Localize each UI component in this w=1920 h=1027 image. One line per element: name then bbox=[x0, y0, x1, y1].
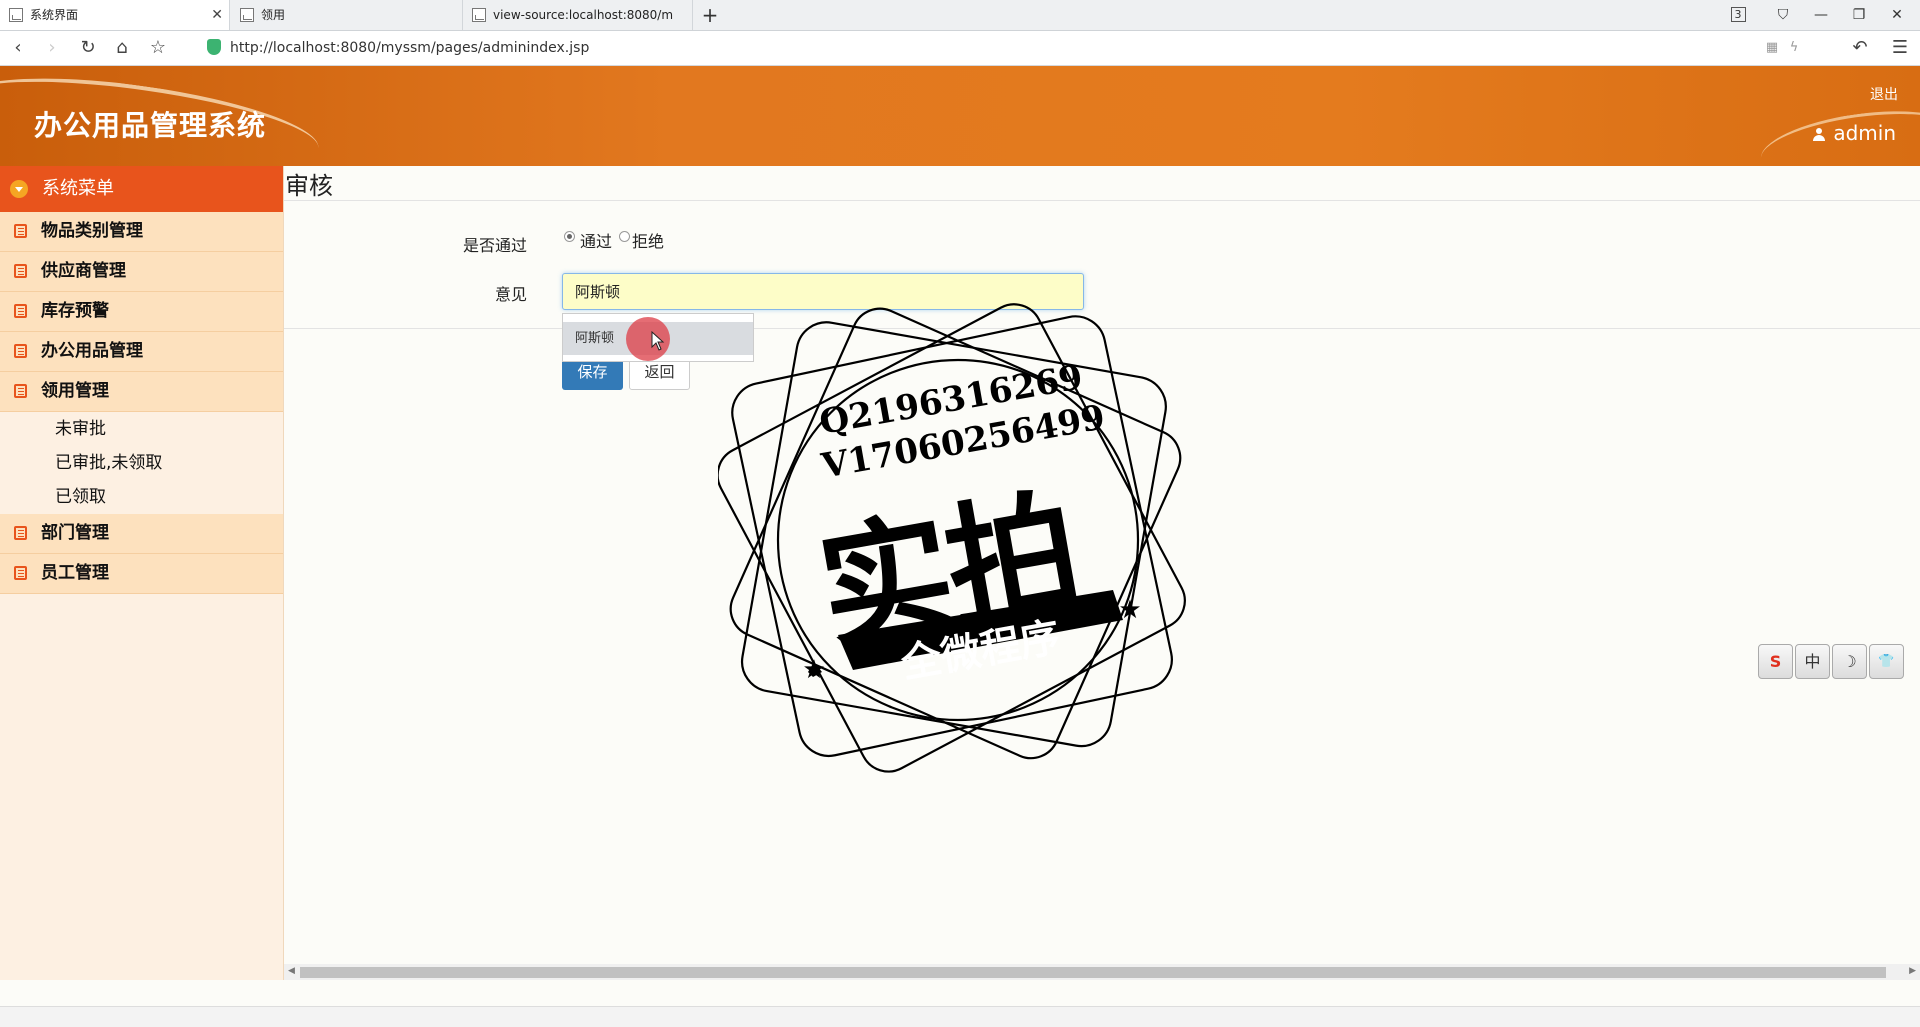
list-icon bbox=[14, 224, 27, 238]
tab-label: 系统界面 bbox=[30, 8, 79, 22]
tab-view-source[interactable]: view-source:localhost:8080/m bbox=[463, 0, 693, 30]
url-field[interactable]: http://localhost:8080/myssm/pages/admini… bbox=[230, 40, 589, 56]
sidebar-subitem-collected[interactable]: 已领取 bbox=[0, 480, 283, 514]
close-window-icon[interactable]: ✕ bbox=[1879, 0, 1915, 30]
list-icon bbox=[14, 384, 27, 398]
home-icon[interactable]: ⌂ bbox=[110, 36, 134, 60]
horizontal-scrollbar[interactable]: ◀ ▶ bbox=[284, 964, 1920, 980]
page-icon bbox=[472, 8, 486, 22]
restore-icon[interactable]: ❐ bbox=[1841, 0, 1877, 30]
moon-icon[interactable]: ☽ bbox=[1832, 644, 1867, 679]
tab-label: 领用 bbox=[261, 8, 286, 22]
new-tab-button[interactable]: + bbox=[692, 0, 728, 30]
sidebar-item-requisition[interactable]: 领用管理 bbox=[0, 372, 283, 412]
undo-icon[interactable]: ↶ bbox=[1848, 36, 1872, 60]
tab-lingyong[interactable]: 领用 bbox=[231, 0, 463, 30]
sidebar-item-label: 供应商管理 bbox=[41, 261, 126, 281]
sidebar-item-employee[interactable]: 员工管理 bbox=[0, 554, 283, 594]
shirt-icon[interactable]: 👕 bbox=[1869, 644, 1904, 679]
radio-pass[interactable] bbox=[564, 231, 575, 242]
username: admin bbox=[1833, 121, 1896, 145]
list-icon bbox=[14, 566, 27, 580]
list-icon bbox=[14, 344, 27, 358]
close-icon[interactable]: ✕ bbox=[211, 0, 223, 30]
user-icon bbox=[1813, 128, 1826, 141]
sidebar-item-label: 物品类别管理 bbox=[41, 221, 143, 241]
sidebar: 系统菜单 物品类别管理 供应商管理 库存预警 办公用品管理 领用管理 未审批 已… bbox=[0, 166, 284, 980]
star-icon: ★ bbox=[1118, 595, 1141, 625]
minimize-icon[interactable]: — bbox=[1803, 0, 1839, 30]
sidebar-item-label: 办公用品管理 bbox=[41, 341, 143, 361]
sidebar-item-supplier[interactable]: 供应商管理 bbox=[0, 252, 283, 292]
back-icon[interactable]: ‹ bbox=[6, 36, 30, 60]
reload-icon[interactable]: ↻ bbox=[76, 36, 100, 60]
ime-mode-key[interactable]: 中 bbox=[1795, 644, 1830, 679]
app-header: 办公用品管理系统 退出 admin bbox=[0, 66, 1920, 166]
sidebar-item-label: 领用管理 bbox=[41, 381, 109, 401]
page-icon bbox=[240, 8, 254, 22]
sidebar-item-supplies[interactable]: 办公用品管理 bbox=[0, 332, 283, 372]
qr-icon[interactable]: ▦ bbox=[1760, 36, 1784, 60]
tab-label: view-source:localhost:8080/m bbox=[493, 8, 674, 22]
radio-reject-label[interactable]: 拒绝 bbox=[632, 228, 664, 252]
sidebar-header[interactable]: 系统菜单 bbox=[0, 166, 283, 212]
sidebar-subitem-pending[interactable]: 未审批 bbox=[0, 412, 283, 446]
lightning-icon[interactable]: ϟ bbox=[1782, 36, 1806, 60]
sidebar-item-label: 库存预警 bbox=[41, 301, 109, 321]
opinion-label: 意见 bbox=[495, 285, 528, 304]
sidebar-item-label: 部门管理 bbox=[41, 523, 109, 543]
page-icon bbox=[9, 8, 23, 22]
divider bbox=[284, 200, 1920, 201]
shield-icon bbox=[207, 39, 221, 55]
app-title: 办公用品管理系统 bbox=[34, 109, 267, 142]
radio-pass-label[interactable]: 通过 bbox=[580, 228, 612, 252]
browser-tab-bar: 系统界面 ✕ 领用 view-source:localhost:8080/m +… bbox=[0, 0, 1920, 31]
list-icon bbox=[14, 304, 27, 318]
list-icon bbox=[14, 526, 27, 540]
radio-reject[interactable] bbox=[619, 231, 630, 242]
scroll-left-icon[interactable]: ◀ bbox=[288, 966, 295, 976]
sidebar-subitem-approved[interactable]: 已审批,未领取 bbox=[0, 446, 283, 480]
logout-link[interactable]: 退出 bbox=[1870, 84, 1898, 104]
sidebar-title: 系统菜单 bbox=[42, 178, 114, 199]
tab-count-badge[interactable]: 3 bbox=[1720, 0, 1756, 30]
sidebar-item-department[interactable]: 部门管理 bbox=[0, 514, 283, 554]
user-menu[interactable]: admin bbox=[1813, 121, 1896, 145]
forward-icon[interactable]: › bbox=[40, 36, 64, 60]
skin-icon[interactable]: ⛉ bbox=[1765, 0, 1801, 30]
pass-label: 是否通过 bbox=[463, 236, 528, 255]
star-icon: ★ bbox=[802, 655, 825, 685]
mouse-cursor-icon bbox=[651, 331, 665, 351]
scrollbar-thumb[interactable] bbox=[300, 967, 1886, 978]
sidebar-item-stock-alert[interactable]: 库存预警 bbox=[0, 292, 283, 332]
sogou-icon[interactable]: S bbox=[1758, 644, 1793, 679]
status-bar bbox=[0, 1006, 1920, 1027]
page-title: 审核 bbox=[285, 172, 333, 200]
sidebar-item-label: 员工管理 bbox=[41, 563, 109, 583]
address-bar: ‹ › ↻ ⌂ ☆ http://localhost:8080/myssm/pa… bbox=[0, 31, 1920, 66]
sidebar-item-category[interactable]: 物品类别管理 bbox=[0, 212, 283, 252]
watermark-stamp: ★ ★ Q2196316269 V17060256499 实拍 全微程序 bbox=[716, 300, 1198, 780]
tab-system[interactable]: 系统界面 ✕ bbox=[0, 0, 230, 30]
menu-icon[interactable]: ☰ bbox=[1888, 36, 1912, 60]
scroll-right-icon[interactable]: ▶ bbox=[1909, 966, 1916, 976]
star-icon[interactable]: ☆ bbox=[146, 36, 170, 60]
list-icon bbox=[14, 264, 27, 278]
chevron-down-icon bbox=[10, 180, 28, 198]
